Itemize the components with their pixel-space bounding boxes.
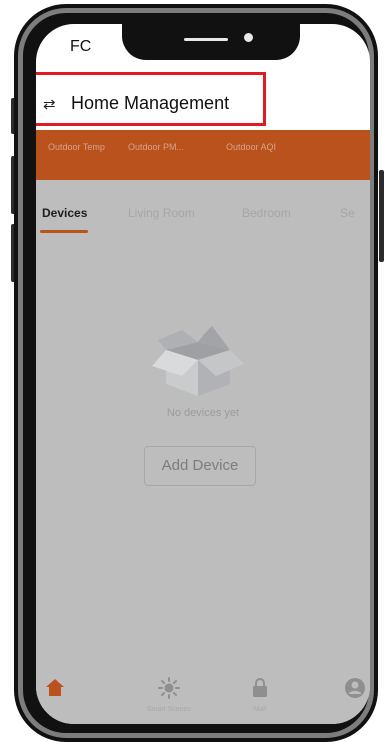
nav-mall[interactable]: Mall: [240, 676, 280, 713]
phone-screen: FC ⇄ Home Management Outdoor Temp Outdoo…: [36, 24, 370, 724]
status-carrier: FC: [70, 38, 92, 55]
profile-icon: [345, 678, 365, 698]
tab-devices[interactable]: Devices: [42, 206, 87, 220]
active-tab-indicator: [40, 230, 88, 233]
empty-state-message: No devices yet: [166, 407, 240, 419]
add-device-button[interactable]: Add Device: [144, 446, 256, 486]
front-camera: [244, 33, 253, 42]
switch-home-icon: ⇄: [43, 96, 56, 113]
sun-icon: [158, 677, 180, 699]
home-management-highlight[interactable]: ⇄ Home Management: [36, 72, 266, 126]
weather-outdoor-aqi: Outdoor AQI: [226, 142, 277, 152]
phone-notch: [122, 24, 300, 60]
speaker-grille: [184, 38, 228, 41]
weather-outdoor-temp: Outdoor Temp: [48, 142, 105, 152]
home-icon: [46, 679, 64, 696]
tab-more[interactable]: Se: [340, 206, 355, 220]
app-header: ⇄ Home Management: [36, 70, 370, 130]
header-title: Home Management: [71, 93, 230, 113]
nav-smart-scenes[interactable]: Smart Scenes: [132, 676, 206, 713]
weather-outdoor-pm: Outdoor PM...: [128, 142, 185, 152]
device-list-empty: No devices yet Add Device: [36, 250, 370, 724]
power-button: [379, 170, 384, 262]
phone-frame: FC ⇄ Home Management Outdoor Temp Outdoo…: [14, 4, 378, 742]
dimmed-overlay[interactable]: Outdoor Temp Outdoor PM... Outdoor AQI D…: [36, 130, 370, 724]
tab-bedroom[interactable]: Bedroom: [242, 206, 291, 220]
bottom-navigation: Smart Scenes Mall: [36, 658, 370, 724]
nav-home[interactable]: [40, 676, 70, 706]
tab-living-room[interactable]: Living Room: [128, 206, 195, 220]
nav-smart-scenes-label: Smart Scenes: [147, 706, 191, 713]
nav-mall-label: Mall: [253, 706, 267, 713]
empty-box-icon: [152, 326, 244, 396]
room-tabs: Devices Living Room Bedroom Se: [36, 180, 370, 250]
weather-bar: Outdoor Temp Outdoor PM... Outdoor AQI: [36, 130, 370, 180]
nav-me[interactable]: [340, 676, 370, 706]
lock-icon: [253, 678, 267, 697]
